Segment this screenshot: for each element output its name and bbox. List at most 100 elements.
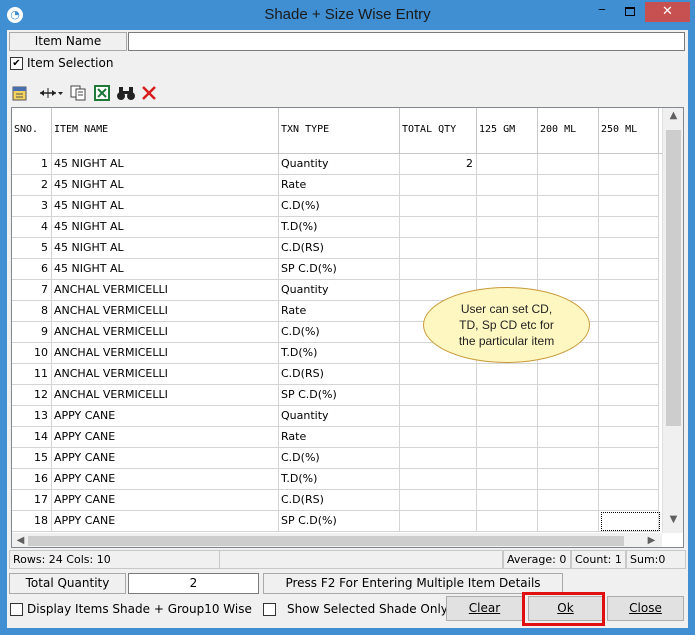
table-cell[interactable]	[538, 490, 599, 511]
table-cell[interactable]: 45 NIGHT AL	[52, 217, 279, 238]
scroll-left-icon[interactable]: ◀	[13, 533, 28, 547]
horizontal-scroll-thumb[interactable]	[28, 536, 624, 546]
table-cell[interactable]	[599, 154, 659, 175]
table-cell[interactable]: C.D(RS)	[279, 238, 400, 259]
maximize-button[interactable]	[620, 4, 640, 22]
table-cell[interactable]	[400, 490, 477, 511]
table-cell[interactable]	[400, 196, 477, 217]
table-cell[interactable]	[599, 385, 659, 406]
table-cell[interactable]	[477, 427, 538, 448]
table-cell[interactable]	[477, 511, 538, 532]
table-cell[interactable]	[400, 175, 477, 196]
table-cell[interactable]: ANCHAL VERMICELLI	[52, 364, 279, 385]
vertical-scrollbar[interactable]: ▲ ▼	[662, 108, 683, 533]
table-cell[interactable]: APPY CANE	[52, 406, 279, 427]
excel-icon[interactable]	[93, 84, 111, 102]
table-cell[interactable]: SP C.D(%)	[279, 511, 400, 532]
table-cell[interactable]	[400, 364, 477, 385]
table-cell[interactable]	[538, 406, 599, 427]
column-header[interactable]: TXN TYPE	[279, 108, 400, 154]
table-cell[interactable]	[400, 469, 477, 490]
table-cell[interactable]: ANCHAL VERMICELLI	[52, 280, 279, 301]
table-cell[interactable]	[599, 490, 659, 511]
table-cell[interactable]	[477, 490, 538, 511]
vertical-scroll-thumb[interactable]	[666, 130, 681, 426]
selected-cell[interactable]	[601, 512, 660, 531]
table-cell[interactable]: SP C.D(%)	[279, 259, 400, 280]
table-cell[interactable]	[599, 448, 659, 469]
table-cell[interactable]	[599, 469, 659, 490]
table-cell[interactable]: Quantity	[279, 154, 400, 175]
table-cell[interactable]: Quantity	[279, 280, 400, 301]
close-window-button[interactable]: ✕	[645, 2, 690, 22]
table-cell[interactable]	[538, 259, 599, 280]
table-cell[interactable]: Rate	[279, 427, 400, 448]
table-cell[interactable]: APPY CANE	[52, 490, 279, 511]
table-cell[interactable]	[400, 511, 477, 532]
table-cell[interactable]	[538, 175, 599, 196]
table-cell[interactable]	[538, 154, 599, 175]
table-cell[interactable]: C.D(%)	[279, 448, 400, 469]
table-cell[interactable]: ANCHAL VERMICELLI	[52, 301, 279, 322]
table-cell[interactable]	[538, 364, 599, 385]
table-cell[interactable]	[599, 427, 659, 448]
table-cell[interactable]	[599, 196, 659, 217]
table-cell[interactable]	[477, 154, 538, 175]
table-cell[interactable]	[400, 217, 477, 238]
table-cell[interactable]: C.D(RS)	[279, 364, 400, 385]
table-cell[interactable]	[538, 511, 599, 532]
scroll-down-icon[interactable]: ▼	[663, 514, 683, 530]
horizontal-scrollbar[interactable]: ◀ ▶	[12, 533, 662, 547]
table-cell[interactable]: 45 NIGHT AL	[52, 259, 279, 280]
table-cell[interactable]	[538, 448, 599, 469]
table-cell[interactable]	[538, 427, 599, 448]
table-cell[interactable]	[538, 238, 599, 259]
resize-columns-icon[interactable]	[38, 84, 64, 102]
table-cell[interactable]	[477, 238, 538, 259]
column-header[interactable]: 200 ML	[538, 108, 599, 154]
table-cell[interactable]: T.D(%)	[279, 469, 400, 490]
table-cell[interactable]: T.D(%)	[279, 343, 400, 364]
table-cell[interactable]	[400, 259, 477, 280]
table-cell[interactable]: ANCHAL VERMICELLI	[52, 322, 279, 343]
table-cell[interactable]: C.D(%)	[279, 322, 400, 343]
table-cell[interactable]: Rate	[279, 301, 400, 322]
table-cell[interactable]: APPY CANE	[52, 511, 279, 532]
item-selection-checkbox[interactable]: ✔	[10, 57, 23, 70]
close-button[interactable]: Close	[607, 596, 684, 621]
minimize-button[interactable]: ‒	[592, 3, 612, 22]
table-cell[interactable]: Rate	[279, 175, 400, 196]
table-cell[interactable]	[599, 343, 659, 364]
scroll-up-icon[interactable]: ▲	[663, 110, 683, 126]
copy-icon[interactable]	[69, 84, 87, 102]
table-cell[interactable]	[538, 385, 599, 406]
table-cell[interactable]: 45 NIGHT AL	[52, 154, 279, 175]
delete-icon[interactable]	[140, 84, 158, 102]
scroll-right-icon[interactable]: ▶	[644, 533, 659, 547]
table-cell[interactable]: T.D(%)	[279, 217, 400, 238]
binoculars-icon[interactable]	[116, 84, 136, 102]
display-shade-checkbox[interactable]	[10, 603, 23, 616]
column-header[interactable]: SNO.	[12, 108, 52, 154]
table-cell[interactable]: C.D(RS)	[279, 490, 400, 511]
table-cell[interactable]	[400, 238, 477, 259]
table-cell[interactable]: Quantity	[279, 406, 400, 427]
table-cell[interactable]	[477, 385, 538, 406]
title-bar[interactable]: ◔ Shade + Size Wise Entry ‒ ✕	[0, 0, 695, 30]
table-cell[interactable]	[400, 448, 477, 469]
table-cell[interactable]: C.D(%)	[279, 196, 400, 217]
table-cell[interactable]	[477, 406, 538, 427]
clear-button[interactable]: Clear	[446, 596, 523, 621]
table-cell[interactable]: 2	[400, 154, 477, 175]
column-header[interactable]: ITEM NAME	[52, 108, 279, 154]
table-cell[interactable]	[599, 364, 659, 385]
table-cell[interactable]	[599, 301, 659, 322]
show-selected-checkbox[interactable]	[263, 603, 276, 616]
table-cell[interactable]	[599, 280, 659, 301]
table-cell[interactable]	[599, 406, 659, 427]
table-cell[interactable]	[599, 259, 659, 280]
table-cell[interactable]	[477, 364, 538, 385]
table-cell[interactable]	[477, 469, 538, 490]
table-cell[interactable]	[599, 175, 659, 196]
table-cell[interactable]	[477, 196, 538, 217]
